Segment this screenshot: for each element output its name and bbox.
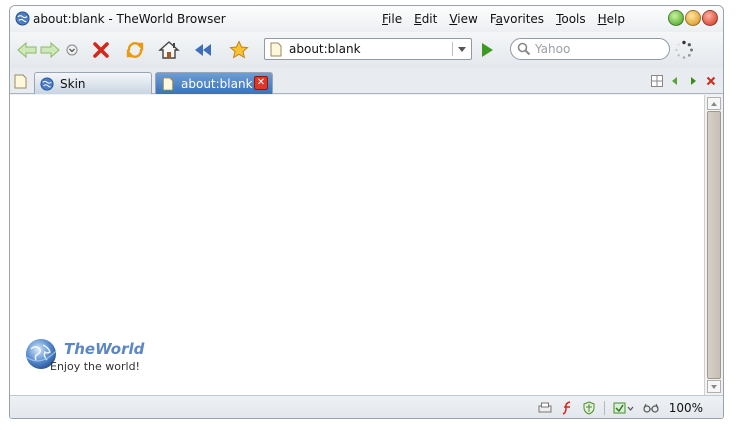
page-icon [270, 42, 282, 57]
address-separator [452, 42, 453, 56]
refresh-icon[interactable] [124, 39, 146, 61]
flash-icon[interactable] [560, 401, 574, 415]
scroll-up-arrow-icon [711, 101, 717, 106]
page-icon [162, 76, 174, 91]
close-all-tabs-icon[interactable] [705, 75, 717, 87]
tab-label: about:blank [181, 76, 253, 91]
menu-bar: File Edit View Favorites Tools Help [376, 12, 631, 26]
back-arrow-icon[interactable] [16, 39, 38, 61]
globe-icon [40, 76, 54, 91]
scroll-down-arrow-icon [711, 384, 717, 389]
scrollbar-thumb[interactable] [707, 111, 721, 379]
menu-edit[interactable]: Edit [408, 12, 443, 26]
close-tab-icon[interactable]: ✕ [254, 76, 268, 90]
search-icon [517, 42, 531, 56]
go-button[interactable] [482, 43, 493, 57]
tab-label: Skin [60, 76, 86, 91]
tab-grid-icon[interactable] [651, 75, 663, 87]
maximize-button[interactable] [685, 10, 701, 26]
tab-scroll-left-icon[interactable] [669, 75, 681, 87]
scroll-up-button[interactable] [707, 97, 721, 110]
close-window-button[interactable] [702, 10, 718, 26]
search-input[interactable] [535, 41, 663, 57]
status-separator [603, 401, 605, 415]
menu-favorites[interactable]: Favorites [484, 12, 550, 26]
vertical-scrollbar[interactable] [704, 95, 722, 395]
title-bar: about:blank - TheWorld Browser File Edit… [10, 6, 723, 32]
zoom-level[interactable]: 100% [669, 401, 703, 415]
status-icons: 100% [538, 401, 703, 415]
zoom-glasses-icon[interactable] [643, 401, 659, 415]
navigation-toolbar [10, 32, 723, 68]
theworld-logo: TheWorld Enjoy the world! [24, 337, 144, 377]
loading-spinner-icon [675, 40, 693, 59]
tab-about-blank[interactable]: about:blank ✕ [155, 72, 273, 94]
history-dropdown-icon[interactable] [65, 39, 79, 61]
status-bar: 100% [10, 395, 723, 418]
browser-window: about:blank - TheWorld Browser File Edit… [9, 5, 724, 419]
menu-tools[interactable]: Tools [550, 12, 592, 26]
window-title: about:blank - TheWorld Browser [33, 12, 226, 26]
brand-tagline: Enjoy the world! [50, 360, 140, 373]
shield-icon[interactable] [582, 401, 596, 415]
menu-help[interactable]: Help [592, 12, 631, 26]
rewind-icon[interactable] [192, 39, 214, 61]
tab-controls [651, 75, 717, 87]
menu-file[interactable]: File [376, 12, 408, 26]
stop-icon[interactable] [90, 39, 112, 61]
search-box[interactable] [510, 38, 670, 60]
printer-icon[interactable] [538, 401, 552, 415]
forward-arrow-icon[interactable] [39, 39, 61, 61]
address-input[interactable] [289, 41, 449, 57]
minimize-button[interactable] [668, 10, 684, 26]
scroll-down-button[interactable] [707, 380, 721, 393]
new-tab-icon[interactable] [14, 74, 27, 89]
window-controls [668, 10, 718, 26]
tab-scroll-right-icon[interactable] [687, 75, 699, 87]
home-icon[interactable] [158, 39, 180, 61]
brand-name: TheWorld [64, 340, 145, 358]
tab-bar: Skin about:blank ✕ [10, 68, 723, 94]
tab-skin[interactable]: Skin [34, 72, 152, 94]
globe-icon [15, 11, 30, 26]
page-content[interactable]: TheWorld Enjoy the world! [10, 95, 704, 395]
favorites-star-icon[interactable] [228, 39, 250, 61]
address-dropdown-icon[interactable] [458, 47, 466, 52]
menu-view[interactable]: View [443, 12, 483, 26]
security-check-dropdown-icon[interactable] [613, 401, 635, 415]
address-bar[interactable] [264, 38, 472, 60]
